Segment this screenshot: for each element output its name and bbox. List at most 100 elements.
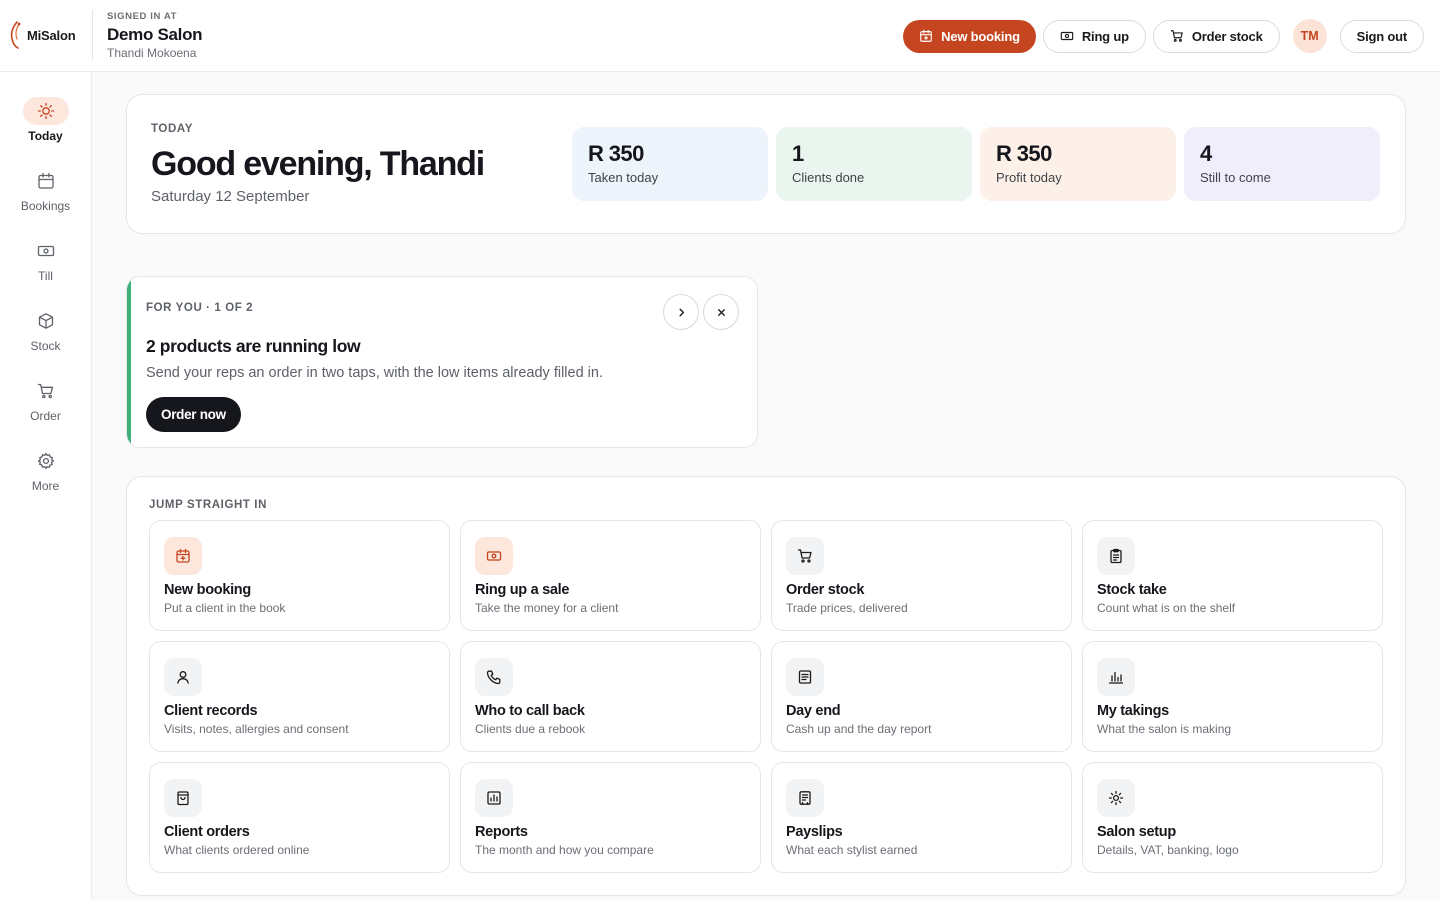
next-suggestion-button[interactable] xyxy=(663,294,699,330)
tile-title: Stock take xyxy=(1097,582,1167,598)
tile-title: Reports xyxy=(475,824,528,840)
sign-out-label: Sign out xyxy=(1356,28,1408,44)
for-you-card: FOR YOU · 1 OF 2 2 products are running … xyxy=(126,276,758,448)
stat-clients-done[interactable]: 1 Clients done xyxy=(776,127,972,201)
nav-icon-wrap xyxy=(23,237,69,265)
header-actions: New booking Ring up Order stock TM Sign … xyxy=(903,19,1424,53)
stat-value: R 350 xyxy=(588,141,644,166)
nav-icon-wrap xyxy=(23,167,69,195)
tile-stock-take[interactable]: Stock take Count what is on the shelf xyxy=(1082,520,1383,631)
signed-in-block: SIGNED IN AT Demo Salon Thandi Mokoena xyxy=(107,11,203,60)
tile-order-stock[interactable]: Order stock Trade prices, delivered xyxy=(771,520,1072,631)
user-avatar[interactable]: TM xyxy=(1292,19,1327,53)
tile-ring-up-sale[interactable]: Ring up a sale Take the money for a clie… xyxy=(460,520,761,631)
tile-title: Ring up a sale xyxy=(475,582,570,598)
nav-icon-wrap xyxy=(23,447,69,475)
sidebar-item-label: Order xyxy=(30,409,61,423)
salon-name: Demo Salon xyxy=(107,25,203,44)
sidebar-item-today[interactable]: Today xyxy=(0,97,91,157)
tile-title: Salon setup xyxy=(1097,824,1176,840)
tile-icon-wrap xyxy=(786,779,824,817)
sidebar-item-label: Today xyxy=(28,129,63,143)
stat-label: Taken today xyxy=(588,170,659,185)
bar-chart-icon xyxy=(1108,671,1124,684)
nav-icon-wrap xyxy=(23,377,69,405)
stat-value: 1 xyxy=(792,141,804,166)
sidebar-item-bookings[interactable]: Bookings xyxy=(0,167,91,227)
box-icon xyxy=(38,313,53,329)
logo-mark-icon xyxy=(10,21,21,49)
stat-value: R 350 xyxy=(996,141,1052,166)
tile-subtitle: Put a client in the book xyxy=(164,601,286,615)
gear-icon xyxy=(1108,790,1124,806)
sidebar-item-stock[interactable]: Stock xyxy=(0,307,91,367)
tile-salon-setup[interactable]: Salon setup Details, VAT, banking, logo xyxy=(1082,762,1383,873)
tile-subtitle: Count what is on the shelf xyxy=(1097,601,1236,615)
tile-my-takings[interactable]: My takings What the salon is making xyxy=(1082,641,1383,752)
sun-icon xyxy=(37,102,54,120)
current-date: Saturday 12 September xyxy=(151,188,310,205)
tile-day-end[interactable]: Day end Cash up and the day report xyxy=(771,641,1072,752)
tile-icon-wrap xyxy=(786,658,824,696)
sidebar-item-order[interactable]: Order xyxy=(0,377,91,437)
calendar-plus-icon xyxy=(920,29,932,42)
stat-label: Still to come xyxy=(1200,170,1271,185)
nav-icon-wrap xyxy=(22,97,69,125)
tile-title: Client orders xyxy=(164,824,250,840)
ring-up-button[interactable]: Ring up xyxy=(1042,19,1146,53)
order-stock-button[interactable]: Order stock xyxy=(1152,19,1280,53)
nav-icon-wrap xyxy=(23,307,69,335)
cash-icon xyxy=(37,245,54,257)
tile-client-orders[interactable]: Client orders What clients ordered onlin… xyxy=(149,762,450,873)
top-header: MiSalon SIGNED IN AT Demo Salon Thandi M… xyxy=(0,0,1440,72)
tile-payslips[interactable]: Payslips What each stylist earned xyxy=(771,762,1072,873)
tile-subtitle: What the salon is making xyxy=(1097,722,1232,736)
user-icon xyxy=(177,671,189,684)
jump-label: JUMP STRAIGHT IN xyxy=(149,499,268,511)
brand-name: MiSalon xyxy=(27,27,76,43)
calendar-icon xyxy=(37,172,54,189)
sidebar-item-more[interactable]: More xyxy=(0,447,91,507)
brand-logo[interactable]: MiSalon xyxy=(8,20,76,50)
jump-straight-in-panel: JUMP STRAIGHT IN New booking Put a clien… xyxy=(126,476,1406,896)
tile-client-records[interactable]: Client records Visits, notes, allergies … xyxy=(149,641,450,752)
tile-subtitle: Trade prices, delivered xyxy=(786,601,908,615)
stat-still-to-come[interactable]: 4 Still to come xyxy=(1184,127,1380,201)
cart-icon xyxy=(797,549,812,563)
tile-who-to-call-back[interactable]: Who to call back Clients due a rebook xyxy=(460,641,761,752)
signed-in-label: SIGNED IN AT xyxy=(107,11,178,22)
tile-icon-wrap xyxy=(1097,779,1135,817)
sign-out-button[interactable]: Sign out xyxy=(1339,19,1424,53)
tile-title: Client records xyxy=(164,703,258,719)
tile-icon-wrap xyxy=(786,537,824,575)
sidebar-item-label: More xyxy=(31,479,60,493)
stat-label: Clients done xyxy=(792,170,865,185)
accent-bar xyxy=(127,277,131,447)
new-booking-button[interactable]: New booking xyxy=(903,19,1036,53)
header-divider xyxy=(92,10,93,60)
clipboard-icon xyxy=(1110,548,1122,564)
shopping-bag-icon xyxy=(177,791,189,806)
tile-subtitle: Details, VAT, banking, logo xyxy=(1097,843,1239,857)
stat-profit-today[interactable]: R 350 Profit today xyxy=(980,127,1176,201)
tile-reports[interactable]: Reports The month and how you compare xyxy=(460,762,761,873)
cash-icon xyxy=(1060,31,1074,41)
tile-icon-wrap xyxy=(475,658,513,696)
sidebar-item-till[interactable]: Till xyxy=(0,237,91,297)
tile-icon-wrap xyxy=(475,779,513,817)
stat-label: Profit today xyxy=(996,170,1062,185)
new-booking-label: New booking xyxy=(941,28,1020,44)
tile-icon-wrap xyxy=(1097,537,1135,575)
gear-icon xyxy=(37,452,54,470)
tile-new-booking[interactable]: New booking Put a client in the book xyxy=(149,520,450,631)
sidebar-item-label: Stock xyxy=(30,339,61,353)
tile-icon-wrap xyxy=(164,658,202,696)
tile-icon-wrap xyxy=(164,537,202,575)
dismiss-suggestion-button[interactable] xyxy=(703,294,739,330)
today-summary-card: TODAY Good evening, Thandi Saturday 12 S… xyxy=(126,94,1406,234)
for-you-tag: FOR YOU · 1 OF 2 xyxy=(146,302,254,314)
stat-taken-today[interactable]: R 350 Taken today xyxy=(572,127,768,201)
order-now-button[interactable]: Order now xyxy=(146,397,241,432)
ring-up-label: Ring up xyxy=(1081,28,1129,44)
tile-icon-wrap xyxy=(164,779,202,817)
